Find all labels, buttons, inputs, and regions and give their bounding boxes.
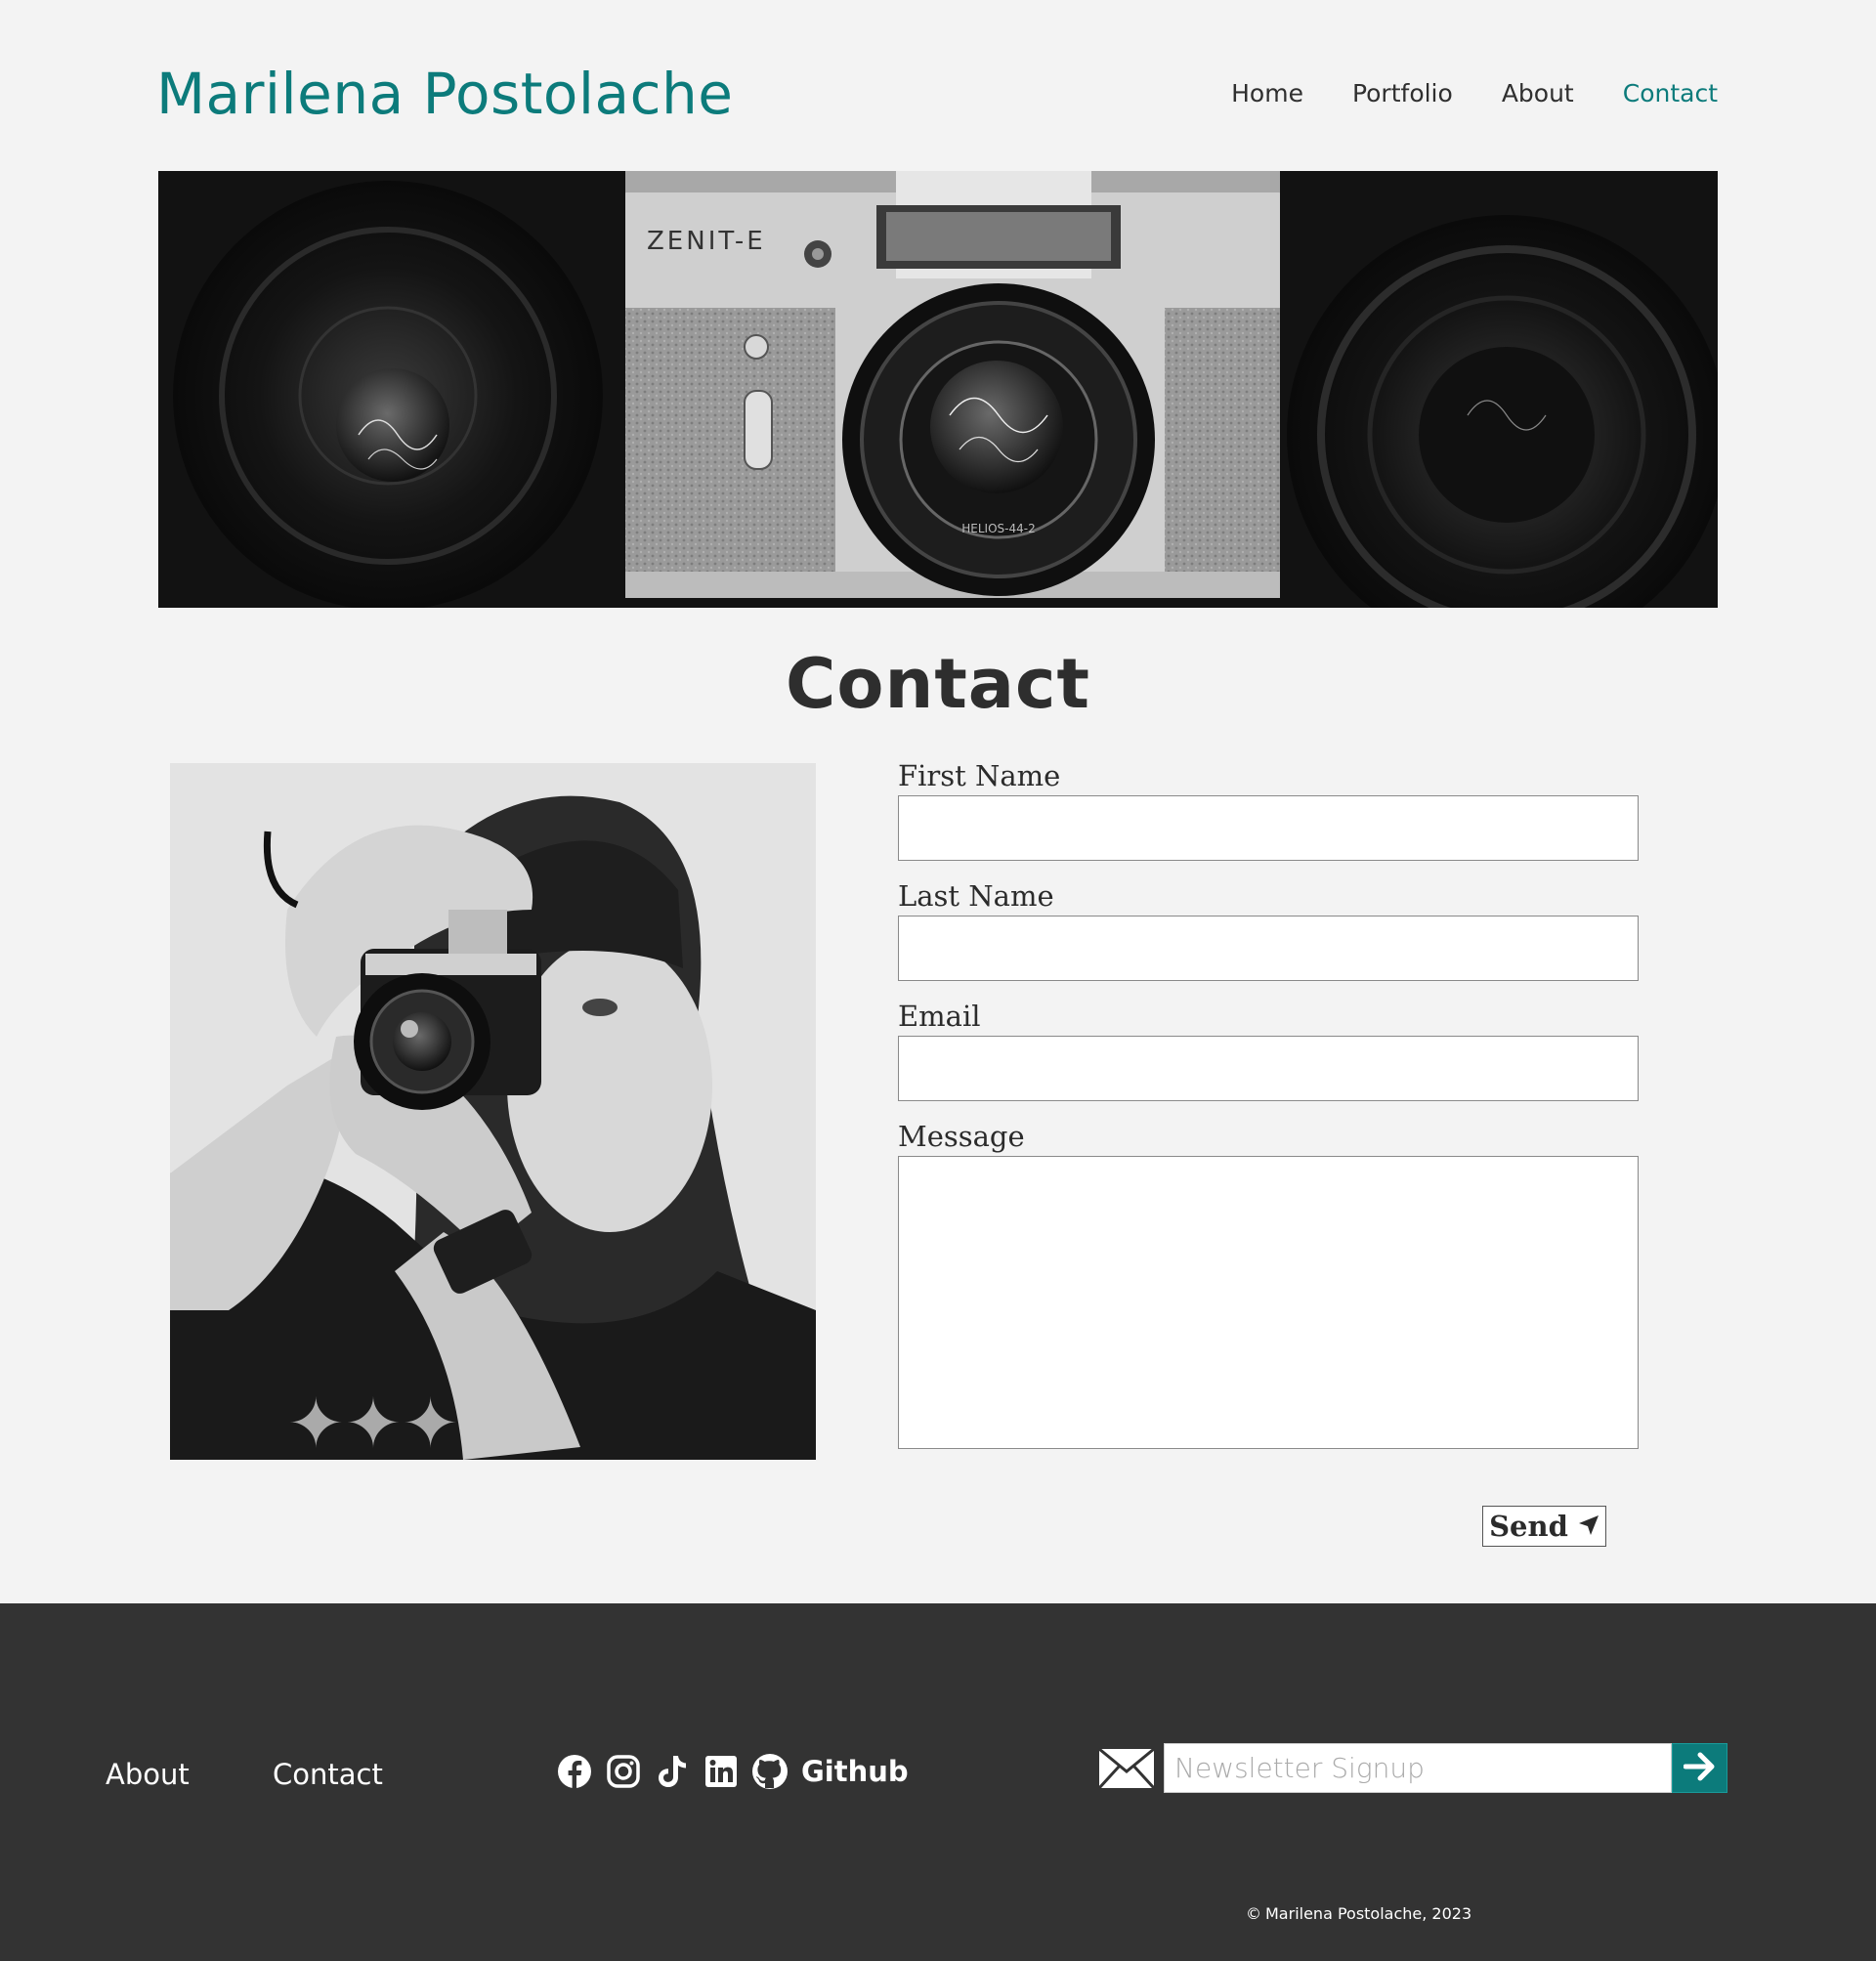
send-button[interactable]: Send bbox=[1482, 1506, 1606, 1547]
instagram-icon[interactable] bbox=[604, 1752, 643, 1791]
footer-link-contact[interactable]: Contact bbox=[273, 1755, 383, 1794]
email-field[interactable] bbox=[898, 1036, 1639, 1101]
lens-text: HELIOS-44-2 bbox=[961, 522, 1035, 535]
camera-brand-text: ZENIT-E bbox=[647, 227, 766, 256]
camera-illustration: ZENIT-E HELIOS-44-2 bbox=[158, 171, 1718, 608]
first-name-label: First Name bbox=[898, 759, 1061, 792]
github-link-label[interactable]: Github bbox=[801, 1752, 909, 1791]
linkedin-icon[interactable] bbox=[702, 1752, 741, 1791]
shirt-graphic: ✦✦✦ bbox=[287, 1384, 459, 1460]
contact-form: First Name Last Name Email Message bbox=[898, 756, 1639, 1449]
photographer-illustration: ✦✦✦ bbox=[170, 763, 816, 1460]
hero-banner-image: ZENIT-E HELIOS-44-2 bbox=[158, 171, 1718, 608]
last-name-field[interactable] bbox=[898, 916, 1639, 981]
newsletter-input[interactable] bbox=[1164, 1743, 1672, 1793]
message-label: Message bbox=[898, 1120, 1025, 1153]
newsletter-submit-button[interactable] bbox=[1672, 1743, 1727, 1793]
site-footer: About Contact Github © Marilena Postolac… bbox=[0, 1603, 1876, 1961]
nav-item-contact[interactable]: Contact bbox=[1623, 76, 1718, 111]
page-title: Contact bbox=[786, 644, 1090, 724]
arrow-right-icon bbox=[1683, 1752, 1717, 1784]
portrait-photo: ✦✦✦ bbox=[170, 763, 816, 1460]
email-label: Email bbox=[898, 1000, 981, 1033]
footer-link-about[interactable]: About bbox=[106, 1755, 190, 1794]
copyright: © Marilena Postolache, 2023 bbox=[1246, 1904, 1471, 1923]
tiktok-icon[interactable] bbox=[653, 1752, 692, 1791]
copyright-icon: © bbox=[1246, 1904, 1261, 1923]
nav-item-about[interactable]: About bbox=[1502, 76, 1574, 111]
site-title[interactable]: Marilena Postolache bbox=[156, 57, 733, 131]
social-links: Github bbox=[555, 1752, 909, 1791]
send-button-label: Send bbox=[1489, 1510, 1568, 1543]
message-textarea[interactable] bbox=[898, 1156, 1639, 1449]
site-header: Marilena Postolache Home Portfolio About… bbox=[0, 0, 1876, 171]
github-icon[interactable] bbox=[750, 1752, 789, 1791]
nav-item-home[interactable]: Home bbox=[1231, 76, 1303, 111]
copyright-text: Marilena Postolache, 2023 bbox=[1265, 1904, 1472, 1923]
first-name-field[interactable] bbox=[898, 795, 1639, 861]
paper-plane-icon bbox=[1578, 1510, 1599, 1543]
facebook-icon[interactable] bbox=[555, 1752, 594, 1791]
mail-icon bbox=[1097, 1747, 1156, 1793]
last-name-label: Last Name bbox=[898, 879, 1054, 913]
nav-item-portfolio[interactable]: Portfolio bbox=[1352, 76, 1453, 111]
main-nav: Home Portfolio About Contact bbox=[1231, 76, 1718, 111]
